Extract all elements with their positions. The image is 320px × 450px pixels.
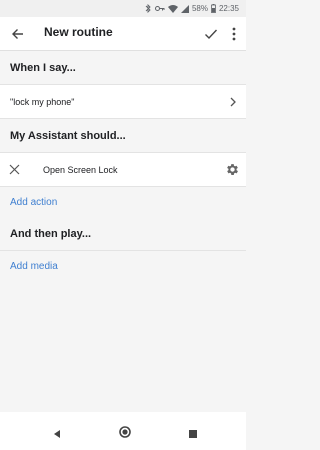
and-then-play-header: And then play... <box>0 217 246 251</box>
nav-home-icon[interactable] <box>119 425 131 443</box>
back-arrow-icon[interactable] <box>10 26 26 42</box>
cell-signal-icon <box>180 4 189 13</box>
action-label: Open Screen Lock <box>43 164 118 175</box>
save-check-icon[interactable] <box>203 26 219 42</box>
action-row[interactable]: Open Screen Lock <box>0 153 246 187</box>
clock: 22:35 <box>218 4 239 13</box>
page-title: New routine <box>44 25 113 39</box>
chevron-right-icon <box>228 96 238 108</box>
trigger-phrase-row[interactable]: "lock my phone" <box>0 85 246 119</box>
add-action-button[interactable]: Add action <box>0 187 246 217</box>
battery-icon <box>211 4 216 13</box>
system-nav-bar <box>0 412 246 450</box>
status-bar: 58% 22:35 <box>0 0 246 17</box>
assistant-should-header: My Assistant should... <box>0 119 246 153</box>
add-media-button[interactable]: Add media <box>0 251 246 281</box>
gear-icon[interactable] <box>225 162 240 177</box>
battery-percent: 58% <box>191 4 208 13</box>
nav-back-icon[interactable] <box>52 426 62 444</box>
when-i-say-header: When I say... <box>0 51 246 85</box>
remove-action-icon[interactable] <box>9 164 20 175</box>
trigger-phrase: "lock my phone" <box>10 96 75 107</box>
more-options-icon[interactable] <box>228 26 240 42</box>
wifi-icon <box>167 4 178 13</box>
nav-recents-icon[interactable] <box>188 426 198 444</box>
app-bar: New routine <box>0 17 246 51</box>
bluetooth-icon <box>145 4 152 13</box>
vpn-key-icon <box>154 5 165 12</box>
